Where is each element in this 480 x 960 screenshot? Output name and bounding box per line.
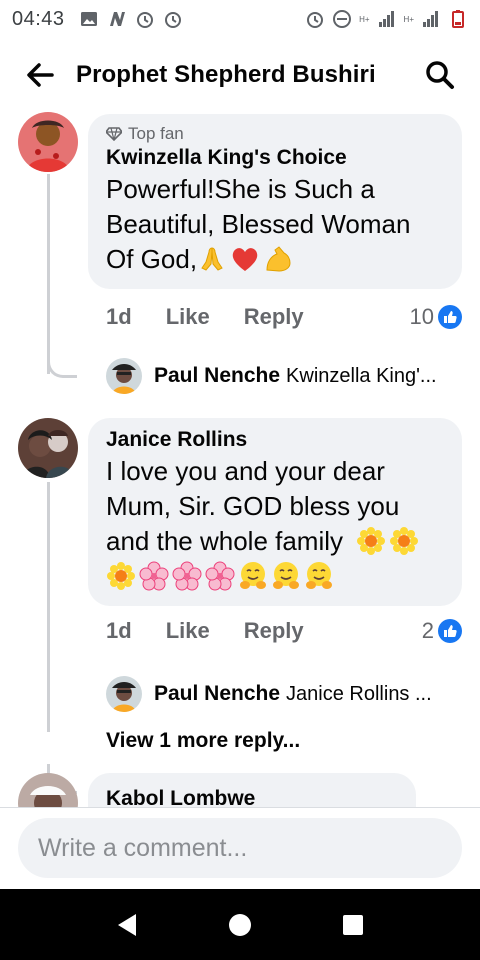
reply-preview-text: Janice Rollins ... (286, 682, 432, 705)
reply-preview-row[interactable]: Paul Nenche Kwinzella King'... (106, 358, 466, 394)
reaction-count[interactable]: 2 (422, 618, 462, 644)
nav-recents-button[interactable] (333, 905, 373, 945)
battery-low-icon (452, 10, 464, 28)
reaction-count[interactable]: 10 (410, 304, 462, 330)
diamond-icon (106, 127, 122, 141)
hugging-face-emoji (273, 562, 299, 589)
flexed-biceps-emoji (266, 246, 291, 272)
signal-icon (378, 11, 394, 27)
reply-preview-row[interactable]: Paul Nenche Janice Rollins ... (106, 676, 466, 712)
back-arrow-icon (27, 63, 54, 87)
comment-text-line: and the whole family (106, 524, 444, 559)
network-type-2: H+ (403, 14, 414, 24)
cherry-blossom-emoji (139, 561, 169, 591)
thread-line (47, 174, 50, 374)
nav-home-button[interactable] (220, 905, 260, 945)
network-type-1: H+ (359, 14, 370, 24)
alarm-icon (164, 12, 181, 28)
comment-input[interactable] (18, 818, 462, 878)
header: Prophet Shepherd Bushiri (0, 40, 480, 110)
circle-home-icon (228, 913, 251, 936)
back-button[interactable] (22, 57, 58, 93)
square-recents-icon (343, 914, 364, 935)
triangle-back-icon (117, 913, 136, 936)
top-fan-badge: Top fan (106, 124, 444, 144)
hugging-face-emoji (306, 562, 332, 589)
comment-text-line: I love you and your dear (106, 456, 385, 486)
sunflower-emoji (107, 562, 135, 590)
comment-time: 1d (106, 618, 132, 643)
reply-button[interactable]: Reply (244, 304, 304, 330)
avatar[interactable] (18, 418, 78, 478)
comment-actions: 1d Like Reply (106, 618, 304, 644)
cherry-blossom-emoji (172, 561, 202, 591)
comment-bubble[interactable]: Janice Rollins I love you and your dear … (88, 418, 462, 606)
red-heart-emoji (232, 248, 258, 271)
reply-button[interactable]: Reply (244, 618, 304, 644)
avatar[interactable] (106, 676, 142, 712)
alarm-icon (136, 12, 153, 28)
gallery-icon (80, 12, 97, 26)
view-more-replies-link[interactable]: View 1 more reply... (106, 729, 300, 753)
like-reaction-icon (438, 619, 462, 643)
badge-label: Top fan (128, 124, 184, 143)
comment-author[interactable]: Janice Rollins (106, 428, 444, 452)
comment-author[interactable]: Kabol Lombwe (106, 787, 398, 807)
android-nav-bar (0, 889, 480, 960)
hugging-face-emoji (240, 562, 266, 589)
comment-emoji-line (106, 559, 444, 594)
comments-list[interactable]: Top fan Kwinzella King's Choice Powerful… (0, 110, 480, 807)
comment-bubble[interactable]: Top fan Kwinzella King's Choice Powerful… (88, 114, 462, 289)
like-reaction-icon (438, 305, 462, 329)
page-title: Prophet Shepherd Bushiri (76, 61, 376, 88)
status-bar: 04:43 H+ H+ (0, 0, 480, 38)
like-button[interactable]: Like (166, 304, 210, 330)
thread-line (47, 482, 50, 732)
reply-author[interactable]: Paul Nenche (154, 364, 280, 388)
comment-time: 1d (106, 304, 132, 329)
comment-text: Powerful!She is Such a Beautiful, Blesse… (106, 172, 444, 277)
nav-back-button[interactable] (107, 905, 147, 945)
folded-hands-emoji (201, 247, 223, 271)
reply-preview-text: Kwinzella King'... (286, 364, 437, 387)
thread-line (47, 346, 77, 378)
search-icon (426, 61, 454, 89)
reply-author[interactable]: Paul Nenche (154, 682, 280, 706)
comment-composer (0, 807, 480, 889)
avatar[interactable] (106, 358, 142, 394)
comment-text: I love you and your dear Mum, Sir. GOD b… (106, 454, 444, 594)
reaction-count-number: 10 (409, 304, 434, 329)
alarm-icon (307, 12, 324, 28)
like-button[interactable]: Like (166, 618, 210, 644)
comment-actions: 1d Like Reply (106, 304, 304, 330)
status-time: 04:43 (12, 7, 65, 30)
comment-author[interactable]: Kwinzella King's Choice (106, 146, 444, 170)
n-app-icon (109, 12, 125, 26)
comment-text-line: Mum, Sir. GOD bless you (106, 491, 400, 521)
cherry-blossom-emoji (205, 561, 235, 591)
sunflower-emoji (390, 527, 419, 555)
signal-icon (423, 11, 438, 27)
reaction-count-number: 2 (421, 618, 434, 643)
do-not-disturb-icon (333, 10, 352, 28)
search-button[interactable] (422, 57, 458, 93)
comment-bubble[interactable]: Kabol Lombwe (88, 773, 416, 807)
comment-text-content: and the whole family (106, 526, 344, 556)
avatar[interactable] (18, 112, 78, 172)
sunflower-emoji (357, 527, 386, 555)
